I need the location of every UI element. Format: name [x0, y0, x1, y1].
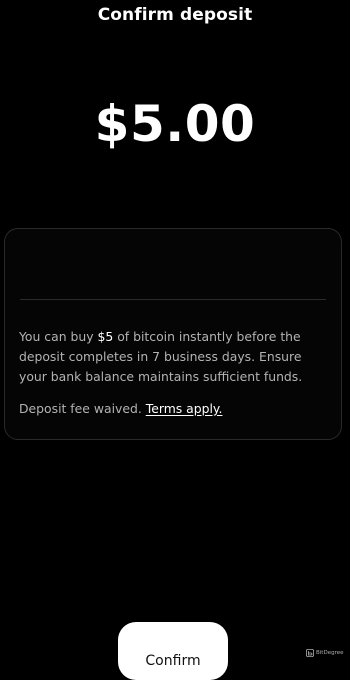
- confirm-button[interactable]: Confirm: [118, 622, 228, 680]
- bitdegree-logo-icon: [306, 649, 314, 657]
- deposit-info-text: You can buy $5 of bitcoin instantly befo…: [19, 327, 327, 387]
- page-title: Confirm deposit: [97, 5, 253, 25]
- watermark-text: BitDegree: [316, 650, 344, 656]
- card-divider: [20, 299, 326, 300]
- deposit-details-card: You can buy $5 of bitcoin instantly befo…: [4, 228, 342, 440]
- fee-text: Deposit fee waived.: [19, 401, 146, 416]
- deposit-amount: $5.00: [94, 95, 256, 153]
- terms-link[interactable]: Terms apply.: [146, 401, 223, 416]
- fee-line: Deposit fee waived. Terms apply.: [19, 399, 327, 419]
- info-text-start: You can buy: [19, 329, 98, 344]
- highlight-amount: $5: [97, 329, 114, 344]
- watermark: BitDegree: [306, 649, 343, 657]
